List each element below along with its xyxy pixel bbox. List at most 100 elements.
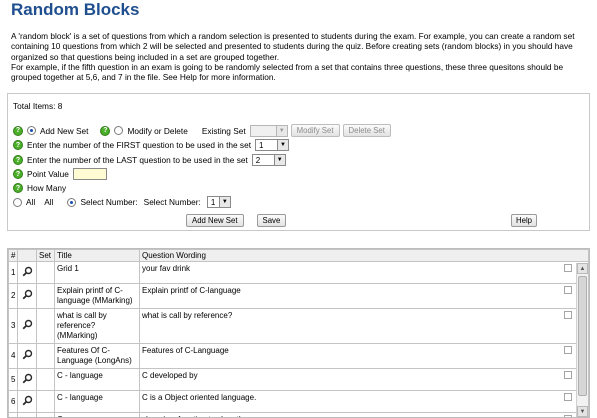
chevron-down-icon: ▼ — [277, 140, 288, 150]
total-items-row: Total Items: 8 — [13, 101, 62, 111]
row-select-box[interactable] — [564, 393, 572, 401]
help-question-icon[interactable]: ? — [13, 155, 23, 165]
row-select-box[interactable] — [564, 311, 572, 319]
add-new-set-button[interactable]: Add New Set — [186, 214, 244, 227]
description-line: A 'random block' is a set of questions f… — [11, 31, 575, 41]
last-question-label: Enter the number of the LAST question to… — [27, 155, 248, 165]
row-wording-cell: what is call by reference? — [139, 308, 589, 344]
questions-grid: # Set Title Question Wording 1 Grid 1 your… — [7, 248, 590, 418]
row-title: Features Of C-Language (LongAns) — [54, 343, 140, 369]
vertical-scrollbar[interactable]: ▲ ▼ — [576, 263, 588, 417]
view-question-button[interactable] — [17, 308, 37, 344]
all-text: All — [44, 197, 54, 207]
view-question-button[interactable] — [17, 283, 37, 309]
first-question-row: ? Enter the number of the FIRST question… — [13, 139, 289, 151]
magnifier-icon[interactable] — [22, 349, 33, 362]
row-wording: C developed by — [142, 371, 198, 380]
select-count-row: All All Select Number: Select Number: 1 … — [13, 196, 231, 208]
row-title: what is call by reference? (MMarking) — [54, 308, 140, 344]
help-question-icon[interactable]: ? — [13, 140, 23, 150]
row-number: 2 — [8, 283, 18, 309]
last-question-select[interactable]: 2 ▼ — [251, 154, 286, 166]
magnifier-icon[interactable] — [22, 289, 33, 302]
row-wording: your fav drink — [142, 264, 191, 273]
description-line: containing 10 questions from which 2 wil… — [11, 41, 573, 52]
magnifier-icon[interactable] — [22, 395, 33, 408]
view-question-button[interactable] — [17, 412, 37, 417]
help-question-icon[interactable]: ? — [13, 183, 23, 193]
row-select-box[interactable] — [564, 264, 572, 272]
how-many-label: How Many — [27, 183, 67, 193]
row-set — [36, 390, 55, 413]
row-wording: what is call by reference? — [142, 311, 233, 320]
row-title: Explain printf of C-language (MMarking) — [54, 283, 140, 309]
first-question-label: Enter the number of the FIRST question t… — [27, 140, 251, 150]
row-set — [36, 412, 55, 417]
column-header-number[interactable]: # — [8, 249, 18, 262]
column-header-wording[interactable]: Question Wording — [139, 249, 589, 262]
row-number: 6 — [8, 390, 18, 413]
row-title: C - language — [54, 390, 140, 413]
table-row[interactable]: 4 Features Of C-Language (LongAns) Feature… — [8, 343, 589, 369]
add-new-set-radio[interactable] — [27, 126, 36, 135]
select-number-value: 1 — [210, 197, 216, 207]
table-row[interactable]: 6 C - language C is a Object oriented lang… — [8, 390, 589, 413]
chevron-down-icon: ▼ — [275, 125, 287, 136]
row-set — [36, 283, 55, 309]
help-question-icon[interactable]: ? — [13, 169, 23, 179]
delete-set-button[interactable]: Delete Set — [342, 124, 391, 137]
scroll-down-icon[interactable]: ▼ — [577, 406, 588, 417]
table-row[interactable]: 7 Cclrscr is a function to clear the scre… — [8, 412, 589, 417]
row-select-box[interactable] — [564, 371, 572, 379]
modify-delete-radio[interactable] — [114, 126, 124, 135]
all-radio[interactable] — [13, 197, 22, 207]
table-row[interactable]: 1 Grid 1 your fav drink — [8, 261, 589, 284]
table-row[interactable]: 2 Explain printf of C-language (MMarking)… — [8, 283, 589, 309]
column-header-set[interactable]: Set — [36, 249, 55, 262]
questions-table: # Set Title Question Wording 1 Grid 1 your… — [8, 249, 589, 417]
table-row[interactable]: 3 what is call by reference? (MMarking) wh… — [8, 308, 589, 344]
help-question-icon[interactable]: ? — [100, 125, 111, 136]
scroll-up-icon[interactable]: ▲ — [577, 263, 588, 274]
existing-set-select[interactable]: ▼ — [249, 124, 288, 137]
magnifier-icon[interactable] — [22, 266, 33, 279]
point-value-row: ? Point Value — [13, 168, 107, 180]
row-number: 3 — [8, 308, 18, 344]
row-number: 4 — [8, 343, 18, 369]
view-question-button[interactable] — [17, 368, 37, 391]
row-select-box[interactable] — [564, 346, 572, 354]
total-items-label: Total Items: 8 — [13, 101, 63, 111]
set-form-panel: Total Items: 8 ? Add New Set ? Modify or… — [7, 93, 590, 231]
point-value-input[interactable] — [72, 168, 107, 180]
view-question-button[interactable] — [17, 343, 37, 369]
select-number-select[interactable]: 1 ▼ — [206, 196, 231, 208]
first-question-select[interactable]: 1 ▼ — [255, 139, 289, 151]
help-question-icon[interactable]: ? — [13, 125, 23, 136]
column-header-title[interactable]: Title — [54, 249, 140, 262]
modify-delete-label: Modify or Delete — [127, 125, 188, 136]
column-header-view[interactable] — [17, 249, 37, 262]
save-button[interactable]: Save — [256, 214, 287, 227]
view-question-button[interactable] — [17, 261, 37, 284]
chevron-down-icon: ▼ — [273, 155, 285, 165]
row-set — [36, 343, 55, 369]
view-question-button[interactable] — [17, 390, 37, 413]
row-title: Grid 1 — [54, 261, 140, 284]
row-number: 7 — [8, 412, 18, 417]
magnifier-icon[interactable] — [22, 319, 33, 332]
row-number: 1 — [8, 261, 18, 284]
row-set — [36, 261, 55, 284]
row-set — [36, 308, 55, 344]
table-header-row: # Set Title Question Wording — [8, 249, 589, 262]
row-wording-cell: your fav drink — [139, 261, 589, 284]
last-question-row: ? Enter the number of the LAST question … — [13, 154, 286, 166]
row-select-box[interactable] — [564, 286, 572, 294]
table-row[interactable]: 5 C - language C developed by — [8, 368, 589, 391]
magnifier-icon[interactable] — [22, 373, 33, 386]
scrollbar-thumb[interactable] — [578, 276, 587, 396]
modify-set-button[interactable]: Modify Set — [290, 124, 340, 137]
page-title: Random Blocks — [11, 0, 140, 19]
select-number-radio[interactable] — [67, 197, 77, 207]
help-button[interactable]: Help — [511, 214, 537, 227]
last-question-value: 2 — [255, 155, 261, 165]
